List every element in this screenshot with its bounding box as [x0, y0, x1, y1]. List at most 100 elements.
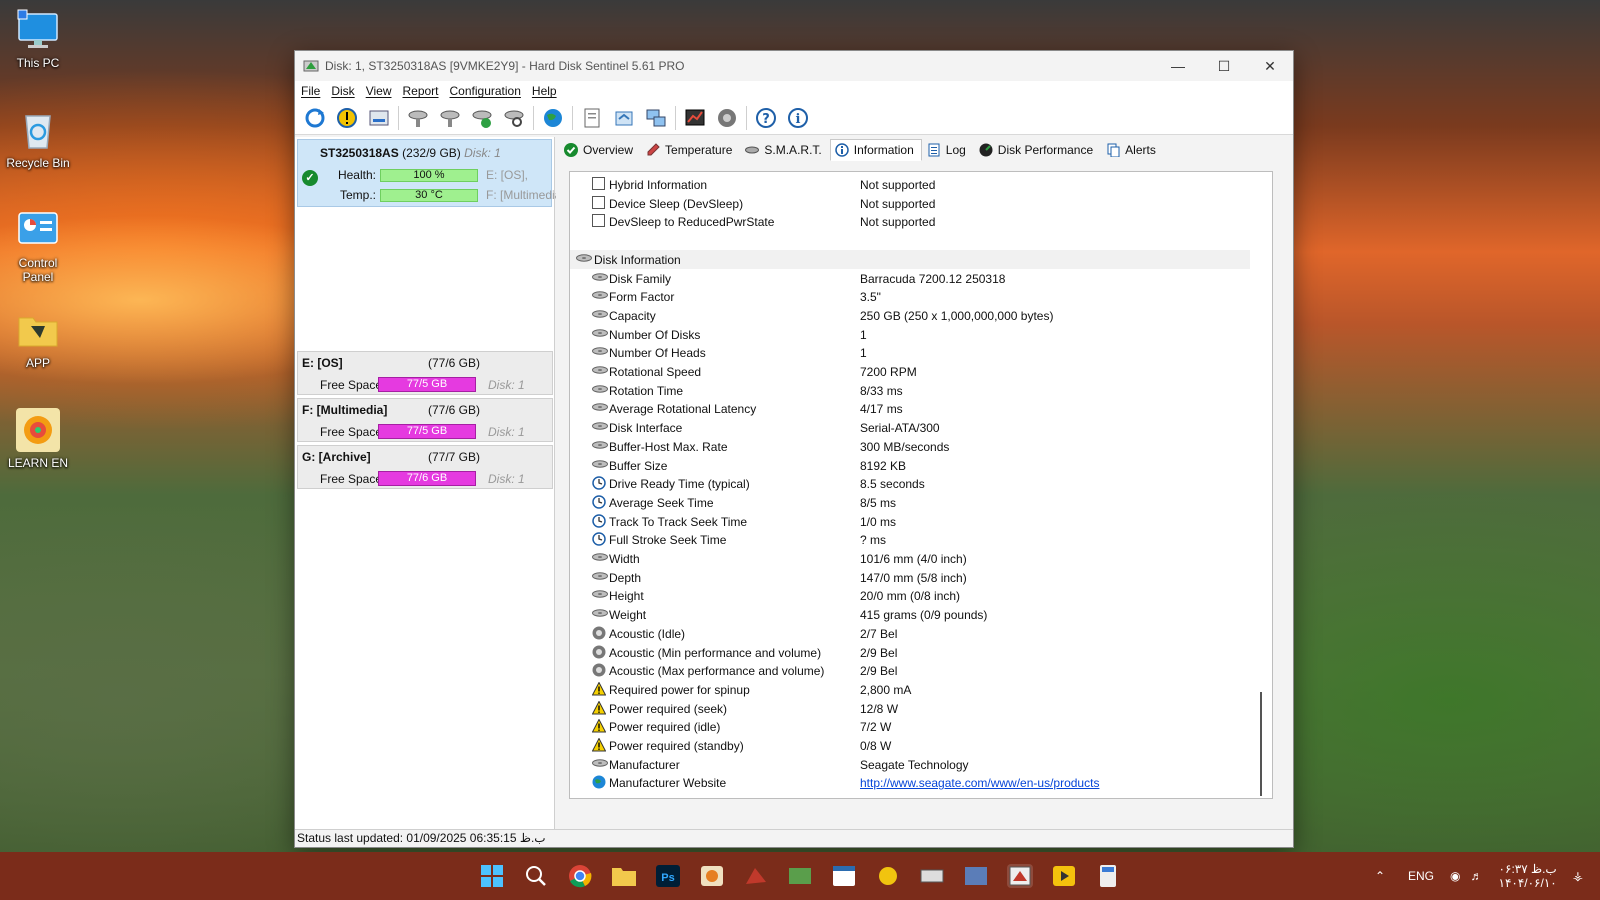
- info-row[interactable]: Disk Interface Serial-ATA/300: [570, 418, 1250, 437]
- info-row[interactable]: Average Rotational Latency 4/17 ms: [570, 399, 1250, 418]
- sound-icon[interactable]: [713, 104, 741, 132]
- notification-bell-icon[interactable]: ⚶: [1573, 869, 1583, 883]
- surface-test-icon[interactable]: [436, 104, 464, 132]
- info-row[interactable]: Power required (seek) 12/8 W: [570, 699, 1250, 718]
- info-row[interactable]: Full Stroke Seek Time ? ms: [570, 530, 1250, 549]
- info-row[interactable]: Required power for spinup 2,800 mA: [570, 680, 1250, 699]
- app-icon[interactable]: [875, 864, 901, 888]
- info-row[interactable]: Height 20/0 mm (0/8 inch): [570, 586, 1250, 605]
- section-header[interactable]: Disk Information: [570, 249, 1250, 269]
- disk-report-icon[interactable]: [365, 104, 393, 132]
- disk-test-icon[interactable]: [404, 104, 432, 132]
- refresh-icon[interactable]: [301, 104, 329, 132]
- globe-icon[interactable]: [539, 104, 567, 132]
- tab-information[interactable]: Information: [829, 139, 922, 161]
- scrollbar-thumb[interactable]: [1260, 692, 1262, 796]
- tab-disk-performance[interactable]: Disk Performance: [974, 139, 1101, 161]
- desktop-icon-learn-en[interactable]: LEARN EN: [4, 408, 72, 470]
- tab-alerts[interactable]: Alerts: [1101, 139, 1164, 161]
- calendar-app-icon[interactable]: [831, 864, 857, 888]
- network-icon[interactable]: ◉: [1450, 869, 1460, 883]
- menu-help[interactable]: Help: [530, 84, 566, 98]
- clock[interactable]: ۰۶:۳۷ ب.ظ ۱۴۰۴/۰۶/۱۰: [1499, 862, 1557, 890]
- info-row[interactable]: Buffer-Host Max. Rate 300 MB/seconds: [570, 437, 1250, 456]
- info-row[interactable]: Number Of Disks 1: [570, 325, 1250, 344]
- menu-view[interactable]: View: [364, 84, 401, 98]
- document-icon[interactable]: [578, 104, 606, 132]
- info-row[interactable]: Hybrid Information Not supported: [570, 175, 1250, 194]
- info-row[interactable]: Drive Ready Time (typical) 8.5 seconds: [570, 474, 1250, 493]
- information-panel[interactable]: Hybrid Information Not supported Device Sl…: [569, 171, 1273, 799]
- tab-smart[interactable]: S.M.A.R.T.: [740, 139, 829, 161]
- app-icon[interactable]: [919, 864, 945, 888]
- help-icon[interactable]: ?: [752, 104, 780, 132]
- info-row[interactable]: Acoustic (Idle) 2/7 Bel: [570, 624, 1250, 643]
- tab-temperature[interactable]: Temperature: [641, 139, 740, 161]
- photoshop-icon[interactable]: Ps: [655, 864, 681, 888]
- menu-file[interactable]: File: [299, 84, 329, 98]
- desktop-icon-recycle-bin[interactable]: Recycle Bin: [4, 108, 72, 170]
- app-icon[interactable]: [963, 864, 989, 888]
- info-row[interactable]: Power required (idle) 7/2 W: [570, 717, 1250, 736]
- app-icon[interactable]: [787, 864, 813, 888]
- player-icon[interactable]: [1051, 864, 1077, 888]
- backup-icon[interactable]: [610, 104, 638, 132]
- desktop-icon-this-pc[interactable]: This PC: [4, 8, 72, 70]
- info-row[interactable]: Capacity 250 GB (250 x 1,000,000,000 byte…: [570, 306, 1250, 325]
- close-button[interactable]: ✕: [1247, 51, 1293, 81]
- selected-disk-card[interactable]: ST3250318AS (232/9 GB) Disk: 1 ✓ Health:…: [297, 139, 556, 207]
- desktop-icon-app[interactable]: APP: [4, 308, 72, 370]
- minimize-button[interactable]: —: [1155, 51, 1201, 81]
- info-row[interactable]: Weight 415 grams (0/9 pounds): [570, 605, 1250, 624]
- info-row[interactable]: Average Seek Time 8/5 ms: [570, 493, 1250, 512]
- tab-overview[interactable]: Overview: [559, 139, 641, 161]
- hard-disk-sentinel-taskbar-icon[interactable]: [1007, 864, 1033, 888]
- checkbox[interactable]: [592, 214, 606, 228]
- manufacturer-link[interactable]: http://www.seagate.com/www/en-us/product…: [860, 776, 1099, 790]
- search-icon[interactable]: [523, 864, 549, 888]
- info-row[interactable]: Acoustic (Min performance and volume) 2/9…: [570, 643, 1250, 662]
- volume-card-f[interactable]: F: [Multimedia] (77/6 GB) Free Space 77/…: [297, 398, 553, 442]
- checkbox[interactable]: [592, 195, 606, 210]
- info-row[interactable]: Form Factor 3.5": [570, 287, 1250, 306]
- start-button-icon[interactable]: [479, 864, 505, 888]
- info-row[interactable]: Number Of Heads 1: [570, 343, 1250, 362]
- info-row[interactable]: Manufacturer Seagate Technology: [570, 755, 1250, 774]
- volume-icon[interactable]: ♬: [1471, 869, 1483, 883]
- info-row[interactable]: Buffer Size 8192 KB: [570, 456, 1250, 475]
- info-row[interactable]: Manufacturer Website http://www.seagate.c…: [570, 773, 1250, 792]
- volume-card-g[interactable]: G: [Archive] (77/7 GB) Free Space 77/6 G…: [297, 445, 553, 489]
- calculator-icon[interactable]: [1095, 864, 1121, 888]
- file-explorer-icon[interactable]: [611, 864, 637, 888]
- menu-report[interactable]: Report: [400, 84, 447, 98]
- info-row[interactable]: Device Sleep (DevSleep) Not supported: [570, 194, 1250, 213]
- info-row[interactable]: [570, 231, 1250, 250]
- menu-disk[interactable]: Disk: [329, 84, 363, 98]
- language-indicator[interactable]: ENG: [1408, 869, 1434, 883]
- menu-configuration[interactable]: Configuration: [448, 84, 530, 98]
- checkbox[interactable]: [592, 177, 606, 191]
- tab-log[interactable]: Log: [922, 139, 974, 161]
- info-row[interactable]: Disk Family Barracuda 7200.12 250318: [570, 269, 1250, 288]
- info-row[interactable]: Track To Track Seek Time 1/0 ms: [570, 512, 1250, 531]
- about-icon[interactable]: i: [784, 104, 812, 132]
- app-icon[interactable]: [743, 864, 769, 888]
- network-icon[interactable]: [642, 104, 670, 132]
- info-row[interactable]: Depth 147/0 mm (5/8 inch): [570, 568, 1250, 587]
- info-row[interactable]: Acoustic (Max performance and volume) 2/9…: [570, 661, 1250, 680]
- desktop-icon-control-panel[interactable]: Control Panel: [4, 208, 72, 284]
- maximize-button[interactable]: ☐: [1201, 51, 1247, 81]
- chevron-up-icon[interactable]: ⌃: [1366, 869, 1394, 883]
- info-row[interactable]: DevSleep to ReducedPwrState Not supported: [570, 212, 1250, 231]
- alert-icon[interactable]: [333, 104, 361, 132]
- info-row[interactable]: Rotation Time 8/33 ms: [570, 381, 1250, 400]
- info-row[interactable]: Rotational Speed 7200 RPM: [570, 362, 1250, 381]
- info-row[interactable]: Power required (standby) 0/8 W: [570, 736, 1250, 755]
- volume-card-e[interactable]: E: [OS] (77/6 GB) Free Space 77/5 GB Dis…: [297, 351, 553, 395]
- chrome-icon[interactable]: [567, 864, 593, 888]
- app-icon[interactable]: [699, 864, 725, 888]
- disk-check-icon[interactable]: [468, 104, 496, 132]
- info-row[interactable]: Width 101/6 mm (4/0 inch): [570, 549, 1250, 568]
- disk-search-icon[interactable]: [500, 104, 528, 132]
- performance-monitor-icon[interactable]: [681, 104, 709, 132]
